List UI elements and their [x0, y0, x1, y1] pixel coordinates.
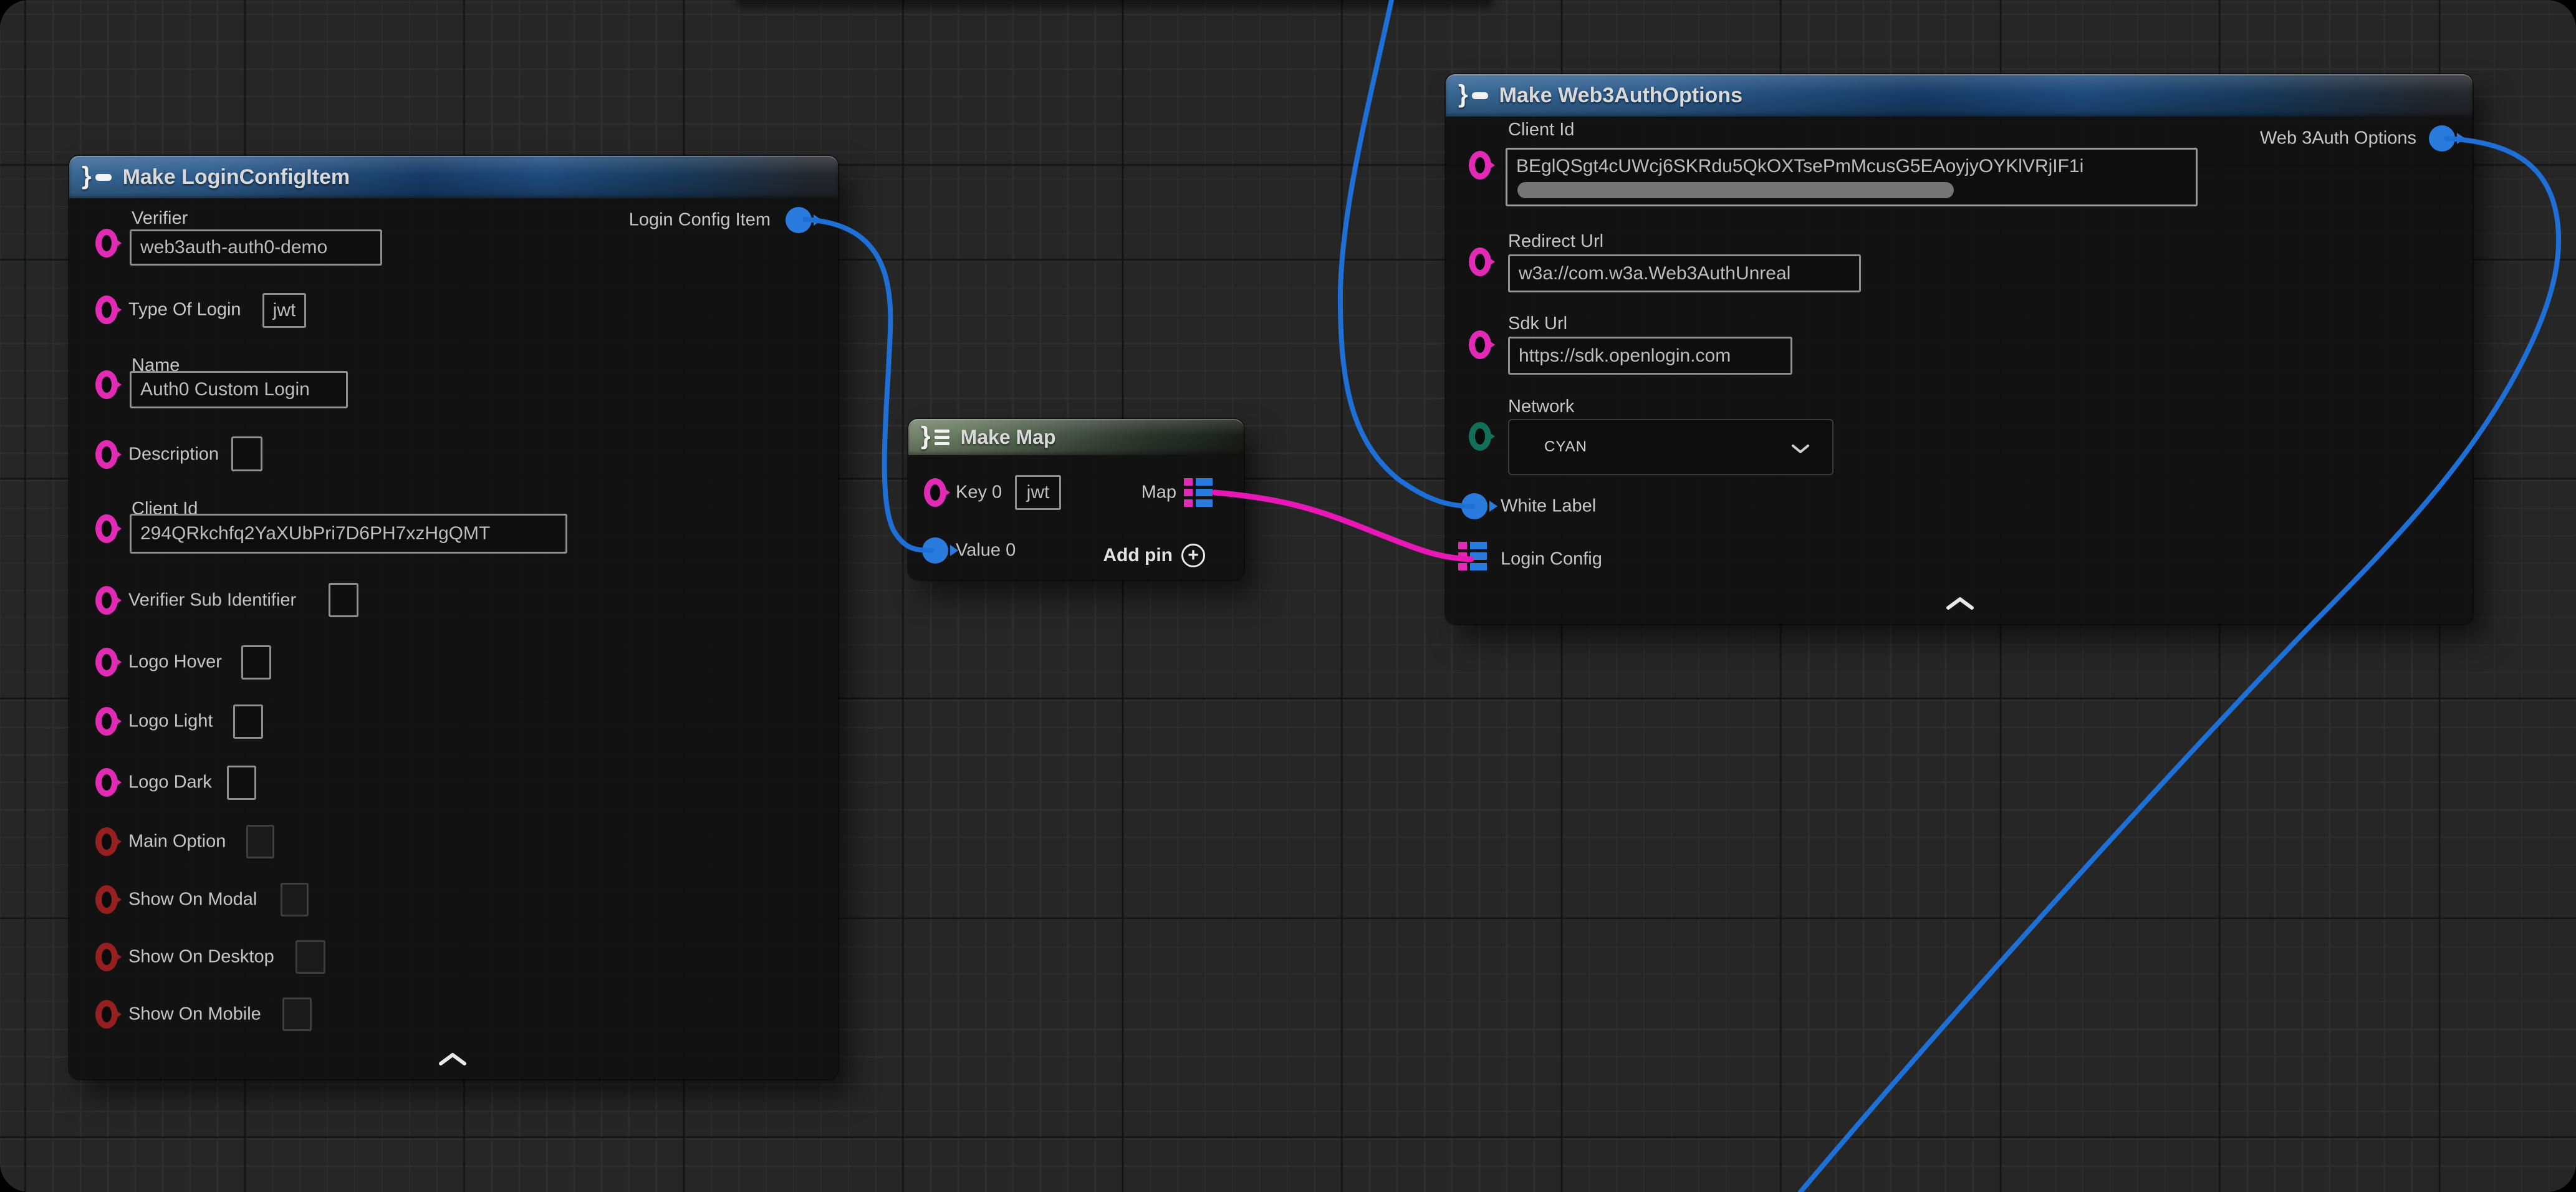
- pin-label-show-on-desktop: Show On Desktop: [128, 947, 274, 968]
- redirect-url-input[interactable]: w3a://com.w3a.Web3AuthUnreal: [1508, 254, 1861, 292]
- pin-network[interactable]: [1469, 422, 1491, 451]
- pin-verifier[interactable]: [95, 229, 118, 257]
- pin-label-white-label: White Label: [1501, 496, 1596, 517]
- node-make-loginconfigitem[interactable]: } Make LoginConfigItem Login Config Item…: [69, 156, 838, 1079]
- node-header-make-map[interactable]: } Make Map: [908, 419, 1244, 455]
- node-header-make-loginconfigitem[interactable]: } Make LoginConfigItem: [69, 156, 838, 198]
- pin-label-value-0: Value 0: [956, 541, 1016, 561]
- type-of-login-input[interactable]: jwt: [262, 293, 306, 328]
- pin-label-redirect-url: Redirect Url: [1508, 231, 1603, 252]
- wire-map-to-login-config[interactable]: [1214, 493, 1471, 559]
- pin-client-id[interactable]: [95, 514, 118, 543]
- output-label-web3auth-options: Web 3Auth Options: [2260, 128, 2416, 149]
- pin-output-map[interactable]: [1184, 478, 1213, 507]
- pin-client-id[interactable]: [1469, 151, 1491, 180]
- collapse-chevron-icon[interactable]: [1946, 597, 1974, 610]
- node-title: Make Map: [961, 426, 1056, 449]
- make-map-icon: }: [921, 425, 949, 449]
- make-struct-icon: }: [1458, 83, 1488, 108]
- chevron-down-icon: [1791, 444, 1810, 454]
- make-struct-icon: }: [82, 165, 112, 190]
- node-make-map[interactable]: } Make Map Key 0 jwt Map Value 0 Add pin…: [908, 419, 1244, 580]
- pin-label-client-id: Client Id: [1508, 120, 1574, 140]
- pin-show-on-modal[interactable]: [95, 885, 118, 914]
- add-pin-button[interactable]: Add pin +: [1103, 544, 1205, 567]
- pin-type-of-login[interactable]: [95, 296, 118, 324]
- logo-hover-input[interactable]: [241, 645, 271, 680]
- show-on-mobile-checkbox[interactable]: [282, 997, 312, 1031]
- pin-sdk-url[interactable]: [1469, 330, 1491, 359]
- description-input[interactable]: [231, 436, 262, 471]
- verifier-input[interactable]: web3auth-auth0-demo: [130, 229, 382, 266]
- pin-label-verifier: Verifier: [132, 208, 188, 229]
- key-0-input[interactable]: jwt: [1015, 475, 1061, 510]
- client-id-input[interactable]: BEglQSgt4cUWcj6SKRdu5QkOXTsePmMcusG5EAoy…: [1506, 148, 2198, 206]
- blueprint-graph-canvas[interactable]: } Make LoginConfigItem Login Config Item…: [0, 0, 2576, 1192]
- show-on-desktop-checkbox[interactable]: [296, 940, 325, 974]
- pin-logo-light[interactable]: [95, 707, 118, 736]
- node-title: Make Web3AuthOptions: [1499, 84, 1742, 108]
- pin-description[interactable]: [95, 440, 118, 469]
- offscreen-node-shadow: [736, 0, 1493, 12]
- pin-label-verifier-sub-identifier: Verifier Sub Identifier: [128, 590, 296, 611]
- sdk-url-input[interactable]: https://sdk.openlogin.com: [1508, 337, 1792, 375]
- pin-label-key-0: Key 0: [956, 483, 1002, 503]
- pin-show-on-desktop[interactable]: [95, 943, 118, 971]
- node-title: Make LoginConfigItem: [123, 165, 350, 190]
- pin-label-logo-dark: Logo Dark: [128, 772, 212, 793]
- pin-redirect-url[interactable]: [1469, 248, 1491, 276]
- collapse-chevron-icon[interactable]: [438, 1052, 467, 1066]
- network-dropdown[interactable]: CYAN: [1508, 419, 1833, 475]
- logo-dark-input[interactable]: [227, 766, 256, 800]
- pin-label-show-on-mobile: Show On Mobile: [128, 1004, 261, 1025]
- pin-logo-hover[interactable]: [95, 648, 118, 676]
- show-on-modal-checkbox[interactable]: [281, 883, 309, 916]
- output-label-login-config-item: Login Config Item: [629, 210, 771, 231]
- main-option-checkbox[interactable]: [246, 825, 274, 858]
- pin-label-logo-light: Logo Light: [128, 711, 213, 732]
- pin-label-type-of-login: Type Of Login: [128, 300, 241, 320]
- pin-label-network: Network: [1508, 397, 1574, 417]
- pin-label-description: Description: [128, 445, 219, 465]
- node-header-make-web3authoptions[interactable]: } Make Web3AuthOptions: [1446, 74, 2473, 117]
- client-id-input[interactable]: 294QRkchfq2YaXUbPri7D6PH7xzHgQMT: [130, 514, 567, 554]
- pin-show-on-mobile[interactable]: [95, 1000, 118, 1029]
- pin-label-logo-hover: Logo Hover: [128, 652, 222, 673]
- pin-label-login-config: Login Config: [1501, 549, 1602, 570]
- verifier-sub-identifier-input[interactable]: [329, 583, 358, 617]
- pin-label-sdk-url: Sdk Url: [1508, 314, 1567, 334]
- output-label-map: Map: [1141, 483, 1176, 503]
- node-make-web3authoptions[interactable]: } Make Web3AuthOptions Web 3Auth Options…: [1446, 74, 2473, 624]
- pin-verifier-sub-identifier[interactable]: [95, 586, 118, 615]
- client-id-scrollbar[interactable]: [1517, 182, 1954, 198]
- pin-label-main-option: Main Option: [128, 832, 226, 852]
- pin-name[interactable]: [95, 370, 118, 399]
- pin-label-show-on-modal: Show On Modal: [128, 890, 257, 910]
- pin-main-option[interactable]: [95, 827, 118, 856]
- add-pin-plus-icon: +: [1181, 544, 1205, 567]
- name-input[interactable]: Auth0 Custom Login: [130, 371, 348, 408]
- pin-key-0[interactable]: [924, 478, 946, 507]
- pin-logo-dark[interactable]: [95, 768, 118, 797]
- logo-light-input[interactable]: [233, 704, 263, 739]
